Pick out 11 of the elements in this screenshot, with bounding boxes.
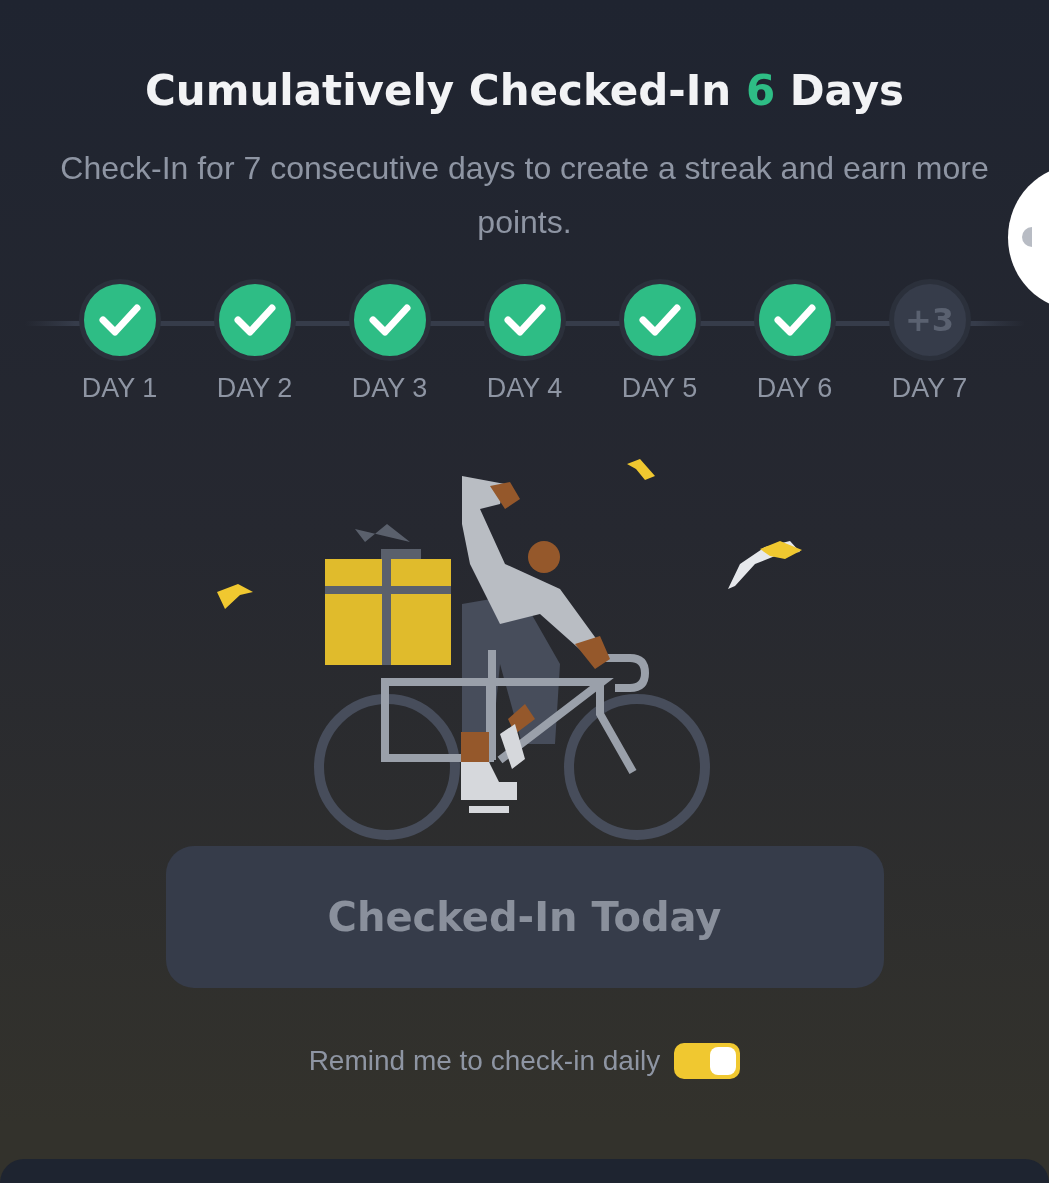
page-title: Cumulatively Checked-In 6 Days <box>144 66 905 115</box>
reminder-label: Remind me to check-in daily <box>308 1045 661 1077</box>
subtitle: Check-In for 7 consecutive days to create a streak and earn more points. <box>59 149 990 242</box>
day-label: DAY 7 <box>891 373 968 404</box>
day-label: DAY 5 <box>621 373 698 404</box>
reminder-toggle[interactable] <box>674 1043 741 1079</box>
day-label: DAY 4 <box>486 373 563 404</box>
day-label: DAY 2 <box>216 373 293 404</box>
day-label: DAY 6 <box>756 373 833 404</box>
day-label: DAY 1 <box>81 373 158 404</box>
day-label: DAY 3 <box>351 373 428 404</box>
